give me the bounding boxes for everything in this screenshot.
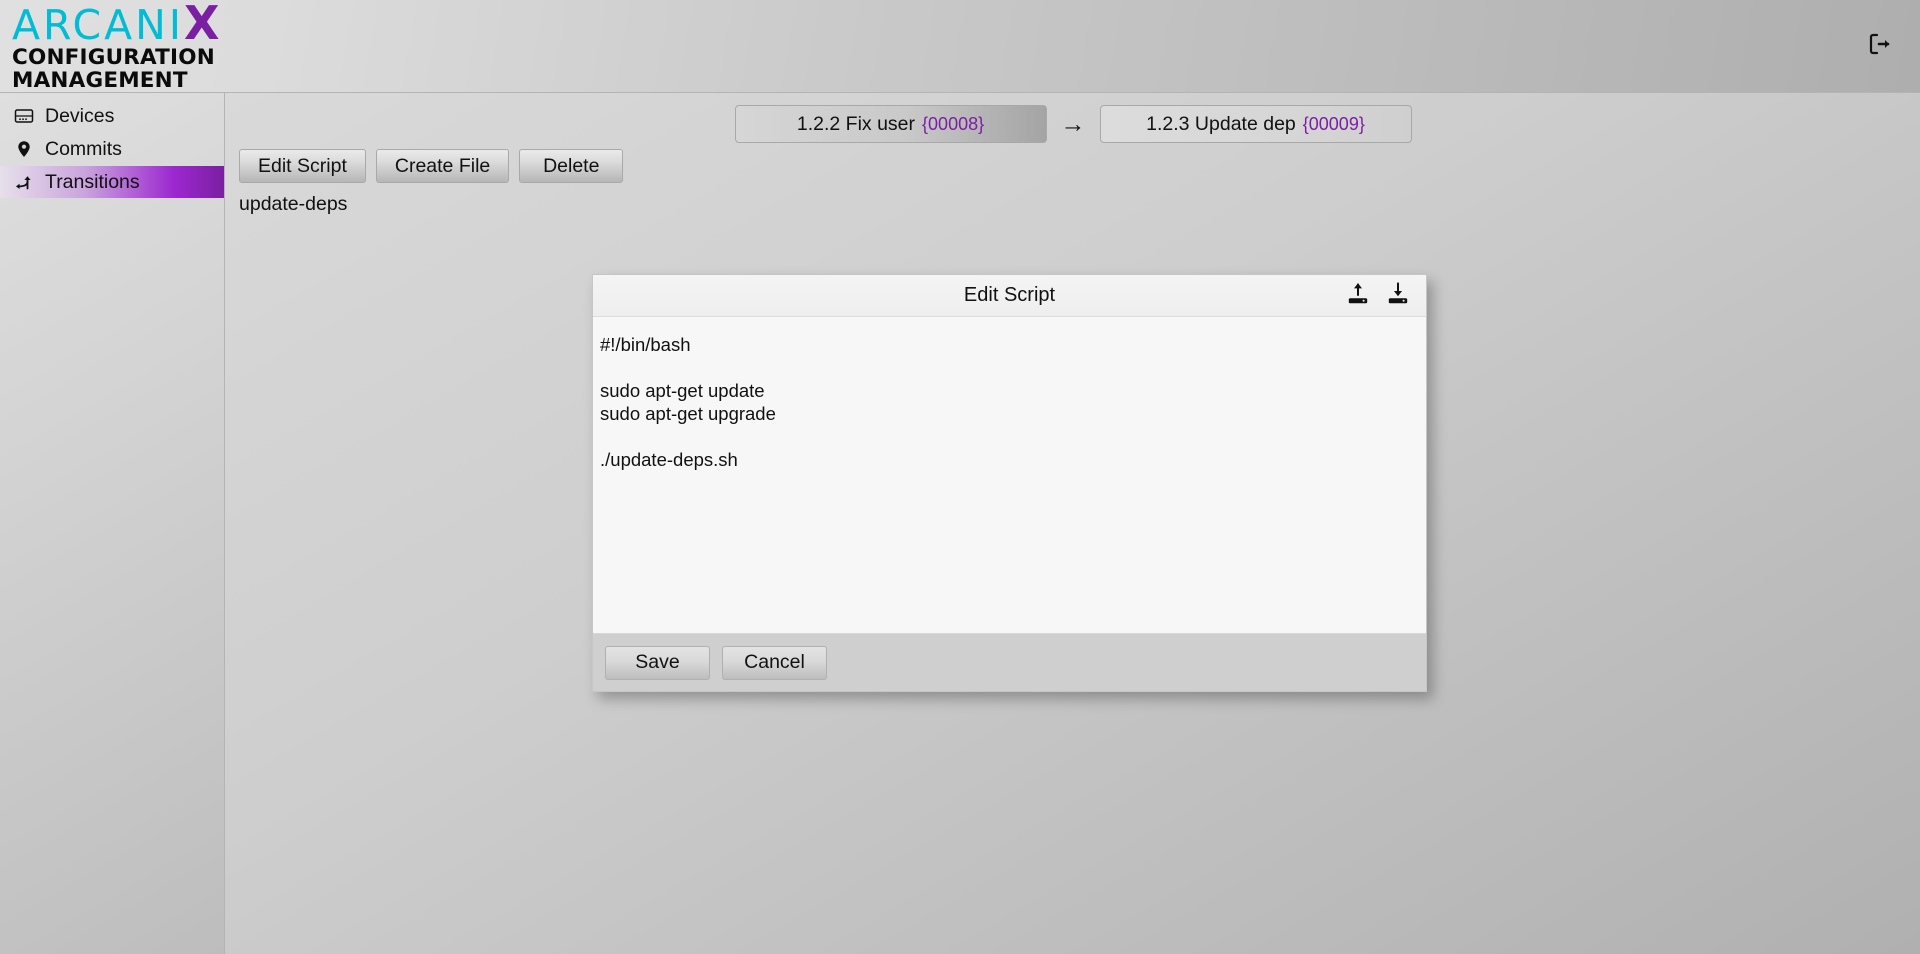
branch-arrow-icon	[14, 172, 34, 192]
logo-subtitle-line1: CONFIGURATION	[12, 45, 215, 71]
main-content: 1.2.2 Fix user {00008} → 1.2.3 Update de…	[224, 92, 1920, 954]
logo-main-text: ARCANI	[12, 1, 184, 50]
transition-path: 1.2.2 Fix user {00008} → 1.2.3 Update de…	[225, 105, 1920, 143]
script-editor-textarea[interactable]	[593, 317, 1426, 633]
transition-to-id: {00009}	[1302, 113, 1365, 134]
logo-subtitle-line2: MANAGEMENT	[12, 68, 188, 93]
app-header: ARCANIX CONFIGURATION MANAGEMENT	[0, 0, 1920, 92]
logo-accent-text: X	[183, 0, 220, 51]
dialog-titlebar: Edit Script	[593, 275, 1426, 317]
sidebar: Devices Commits Transitions	[0, 92, 224, 954]
file-list-item[interactable]: update-deps	[239, 193, 347, 215]
download-script-button[interactable]	[1384, 282, 1412, 310]
file-list: update-deps	[239, 193, 347, 216]
transition-node-to[interactable]: 1.2.3 Update dep {00009}	[1099, 105, 1412, 143]
cancel-button[interactable]: Cancel	[722, 645, 827, 680]
sidebar-item-transitions[interactable]: Transitions	[0, 166, 224, 198]
brand-logo: ARCANIX CONFIGURATION MANAGEMENT	[12, 0, 219, 92]
server-icon	[14, 106, 34, 126]
edit-script-dialog: Edit Script #!/bin/bash sudo apt-get upd…	[592, 274, 1427, 692]
transition-node-from[interactable]: 1.2.2 Fix user {00008}	[734, 105, 1047, 143]
map-pin-icon	[14, 139, 34, 159]
logo-wordmark: ARCANIX	[12, 0, 219, 46]
dialog-title-actions	[1344, 275, 1412, 316]
action-toolbar: Edit Script Create File Delete	[239, 149, 624, 183]
logout-button[interactable]	[1862, 29, 1896, 63]
sidebar-item-label: Commits	[45, 137, 122, 160]
sidebar-item-label: Devices	[45, 104, 115, 127]
transition-from-id: {00008}	[922, 113, 985, 134]
upload-icon	[1346, 282, 1370, 309]
download-icon	[1386, 282, 1410, 309]
dialog-footer: Save Cancel	[593, 633, 1426, 691]
sidebar-item-label: Transitions	[45, 170, 140, 193]
transition-to-name: 1.2.3 Update dep	[1146, 112, 1296, 135]
delete-button[interactable]: Delete	[519, 149, 624, 183]
upload-script-button[interactable]	[1344, 282, 1372, 310]
transition-from-name: 1.2.2 Fix user	[796, 112, 916, 135]
sidebar-item-commits[interactable]: Commits	[0, 133, 224, 165]
dialog-title: Edit Script	[963, 284, 1056, 306]
edit-script-button[interactable]: Edit Script	[239, 149, 366, 183]
transition-arrow-icon: →	[1060, 109, 1086, 138]
logout-icon	[1866, 31, 1892, 62]
create-file-button[interactable]: Create File	[375, 149, 510, 183]
sidebar-item-devices[interactable]: Devices	[0, 100, 224, 132]
save-button[interactable]: Save	[605, 645, 710, 680]
